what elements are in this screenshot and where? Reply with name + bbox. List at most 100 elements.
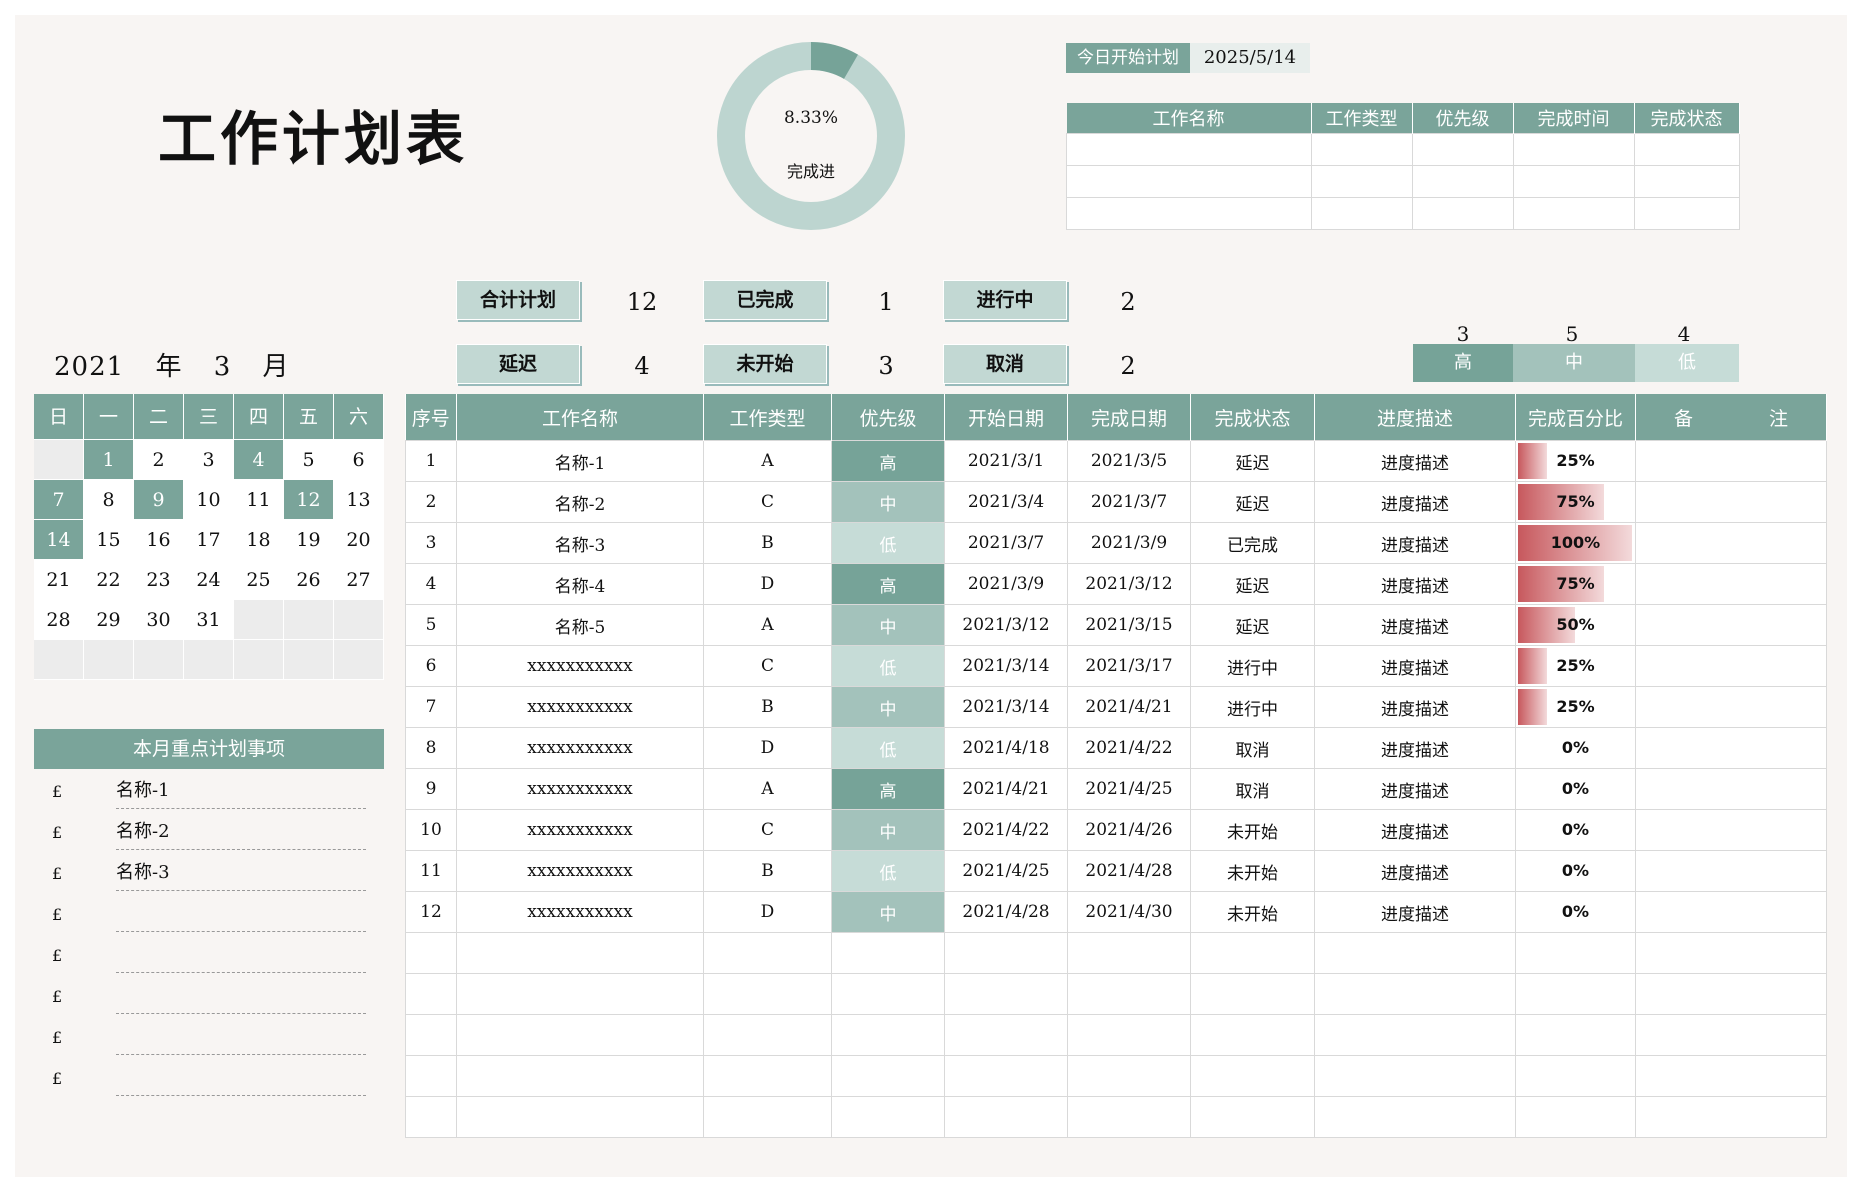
cell-note[interactable]	[1635, 604, 1827, 646]
cell-end[interactable]: 2021/4/30	[1067, 891, 1191, 933]
cell-end[interactable]: 2021/4/22	[1067, 727, 1191, 769]
calendar-day[interactable]: 27	[334, 560, 384, 600]
empty-cell[interactable]	[831, 1096, 945, 1138]
cell-no[interactable]: 12	[405, 891, 457, 933]
column-header[interactable]: 完成百分比	[1515, 394, 1636, 441]
cell-status[interactable]: 已完成	[1190, 522, 1315, 564]
calendar-month[interactable]: 3	[214, 352, 232, 382]
empty-cell[interactable]	[1067, 973, 1191, 1015]
empty-cell[interactable]	[831, 973, 945, 1015]
empty-cell[interactable]	[1515, 1055, 1636, 1097]
key-item-name[interactable]	[116, 1065, 366, 1096]
column-header[interactable]: 序号	[405, 394, 457, 441]
calendar-day[interactable]: 25	[234, 560, 284, 600]
calendar-day[interactable]: 1	[84, 440, 134, 480]
cell-name[interactable]: 名称-2	[456, 481, 704, 523]
empty-cell[interactable]	[456, 973, 704, 1015]
cell-type[interactable]: D	[703, 727, 832, 769]
cell-start[interactable]: 2021/3/14	[944, 686, 1068, 728]
cell-note[interactable]	[1635, 768, 1827, 810]
cell-desc[interactable]: 进度描述	[1314, 645, 1516, 687]
cell-no[interactable]: 6	[405, 645, 457, 687]
calendar-day[interactable]: 6	[334, 440, 384, 480]
cell-no[interactable]: 3	[405, 522, 457, 564]
cell-priority[interactable]: 高	[831, 768, 945, 810]
cell-desc[interactable]: 进度描述	[1314, 440, 1516, 482]
cell-status[interactable]: 未开始	[1190, 809, 1315, 851]
calendar-day[interactable]: 8	[84, 480, 134, 520]
cell-name[interactable]: xxxxxxxxxxx	[456, 768, 704, 810]
calendar-day[interactable]: 9	[134, 480, 184, 520]
cell-start[interactable]: 2021/3/14	[944, 645, 1068, 687]
stat-delayed-label[interactable]: 延迟	[456, 344, 580, 384]
empty-cell[interactable]	[1515, 932, 1636, 974]
cell-end[interactable]: 2021/4/28	[1067, 850, 1191, 892]
column-header[interactable]: 完成状态	[1190, 394, 1315, 441]
cell-type[interactable]: C	[703, 645, 832, 687]
cell-no[interactable]: 2	[405, 481, 457, 523]
cell-type[interactable]: D	[703, 891, 832, 933]
cell-note[interactable]	[1635, 440, 1827, 482]
key-item-name[interactable]	[116, 983, 366, 1014]
empty-cell[interactable]	[1635, 1014, 1827, 1056]
cell-no[interactable]: 4	[405, 563, 457, 605]
cell-no[interactable]: 5	[405, 604, 457, 646]
cell-priority[interactable]: 中	[831, 809, 945, 851]
empty-cell[interactable]	[1635, 1055, 1827, 1097]
cell-status[interactable]: 延迟	[1190, 481, 1315, 523]
calendar-day[interactable]: 3	[184, 440, 234, 480]
cell-status[interactable]: 未开始	[1190, 850, 1315, 892]
cell-no[interactable]: 11	[405, 850, 457, 892]
empty-cell[interactable]	[1635, 1096, 1827, 1138]
checkbox[interactable]: £	[52, 782, 62, 801]
cell-name[interactable]: 名称-5	[456, 604, 704, 646]
checkbox[interactable]: £	[52, 905, 62, 924]
cell-priority[interactable]: 中	[831, 481, 945, 523]
cell-end[interactable]: 2021/3/9	[1067, 522, 1191, 564]
empty-cell[interactable]	[1190, 1014, 1315, 1056]
calendar-day[interactable]: 17	[184, 520, 234, 560]
stat-notstarted-label[interactable]: 未开始	[703, 344, 827, 384]
cell-start[interactable]: 2021/4/25	[944, 850, 1068, 892]
key-item-name[interactable]	[116, 942, 366, 973]
cell-desc[interactable]: 进度描述	[1314, 686, 1516, 728]
stat-total-label[interactable]: 合计计划	[456, 280, 580, 320]
cell-desc[interactable]: 进度描述	[1314, 563, 1516, 605]
empty-cell[interactable]	[1190, 973, 1315, 1015]
cell-type[interactable]: A	[703, 440, 832, 482]
cell-desc[interactable]: 进度描述	[1314, 604, 1516, 646]
checkbox[interactable]: £	[52, 987, 62, 1006]
calendar-day[interactable]: 13	[334, 480, 384, 520]
cell-status[interactable]: 进行中	[1190, 645, 1315, 687]
calendar-day[interactable]: 19	[284, 520, 334, 560]
empty-cell[interactable]	[703, 1055, 832, 1097]
calendar-day[interactable]: 4	[234, 440, 284, 480]
checkbox[interactable]: £	[52, 946, 62, 965]
empty-cell[interactable]	[703, 973, 832, 1015]
empty-cell[interactable]	[831, 1014, 945, 1056]
key-item-name[interactable]: 名称-1	[116, 778, 366, 809]
cell-name[interactable]: 名称-3	[456, 522, 704, 564]
cell-start[interactable]: 2021/3/1	[944, 440, 1068, 482]
cell-end[interactable]: 2021/3/12	[1067, 563, 1191, 605]
cell-pct[interactable]: 50%	[1515, 604, 1636, 646]
calendar-day[interactable]: 29	[84, 600, 134, 640]
cell-end[interactable]: 2021/3/17	[1067, 645, 1191, 687]
empty-cell[interactable]	[831, 932, 945, 974]
cell-start[interactable]: 2021/4/22	[944, 809, 1068, 851]
checkbox[interactable]: £	[52, 1069, 62, 1088]
cell-desc[interactable]: 进度描述	[1314, 850, 1516, 892]
empty-cell[interactable]	[1067, 1055, 1191, 1097]
cell-name[interactable]: 名称-1	[456, 440, 704, 482]
calendar-day[interactable]: 16	[134, 520, 184, 560]
cell-note[interactable]	[1635, 891, 1827, 933]
cell-note[interactable]	[1635, 522, 1827, 564]
empty-cell[interactable]	[944, 973, 1068, 1015]
cell-pct[interactable]: 0%	[1515, 768, 1636, 810]
cell-pct[interactable]: 25%	[1515, 645, 1636, 687]
empty-cell[interactable]	[1515, 973, 1636, 1015]
cell-pct[interactable]: 25%	[1515, 440, 1636, 482]
empty-cell[interactable]	[944, 1014, 1068, 1056]
empty-cell[interactable]	[1190, 1055, 1315, 1097]
cell-note[interactable]	[1635, 686, 1827, 728]
